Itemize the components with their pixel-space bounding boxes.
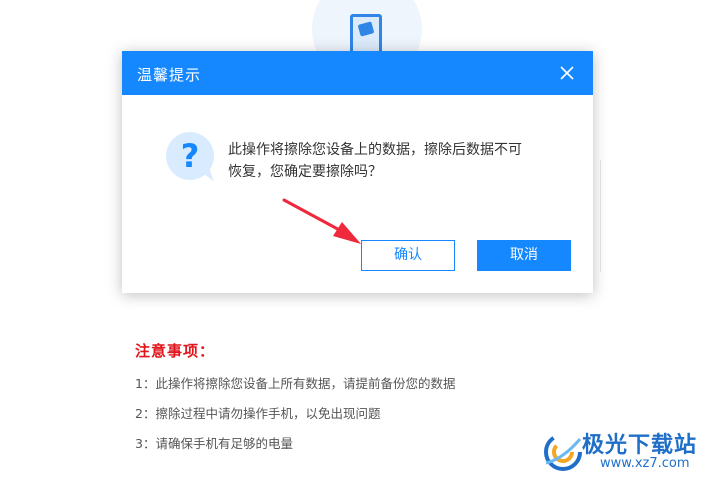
watermark-logo-text: 极光下载站 <box>582 433 698 458</box>
aurora-logo-icon <box>544 433 582 471</box>
annotation-arrow-icon <box>282 198 361 244</box>
watermark-url: www.xz7.com <box>600 456 690 471</box>
watermark: 极光下载站 www.xz7.com <box>540 425 700 481</box>
